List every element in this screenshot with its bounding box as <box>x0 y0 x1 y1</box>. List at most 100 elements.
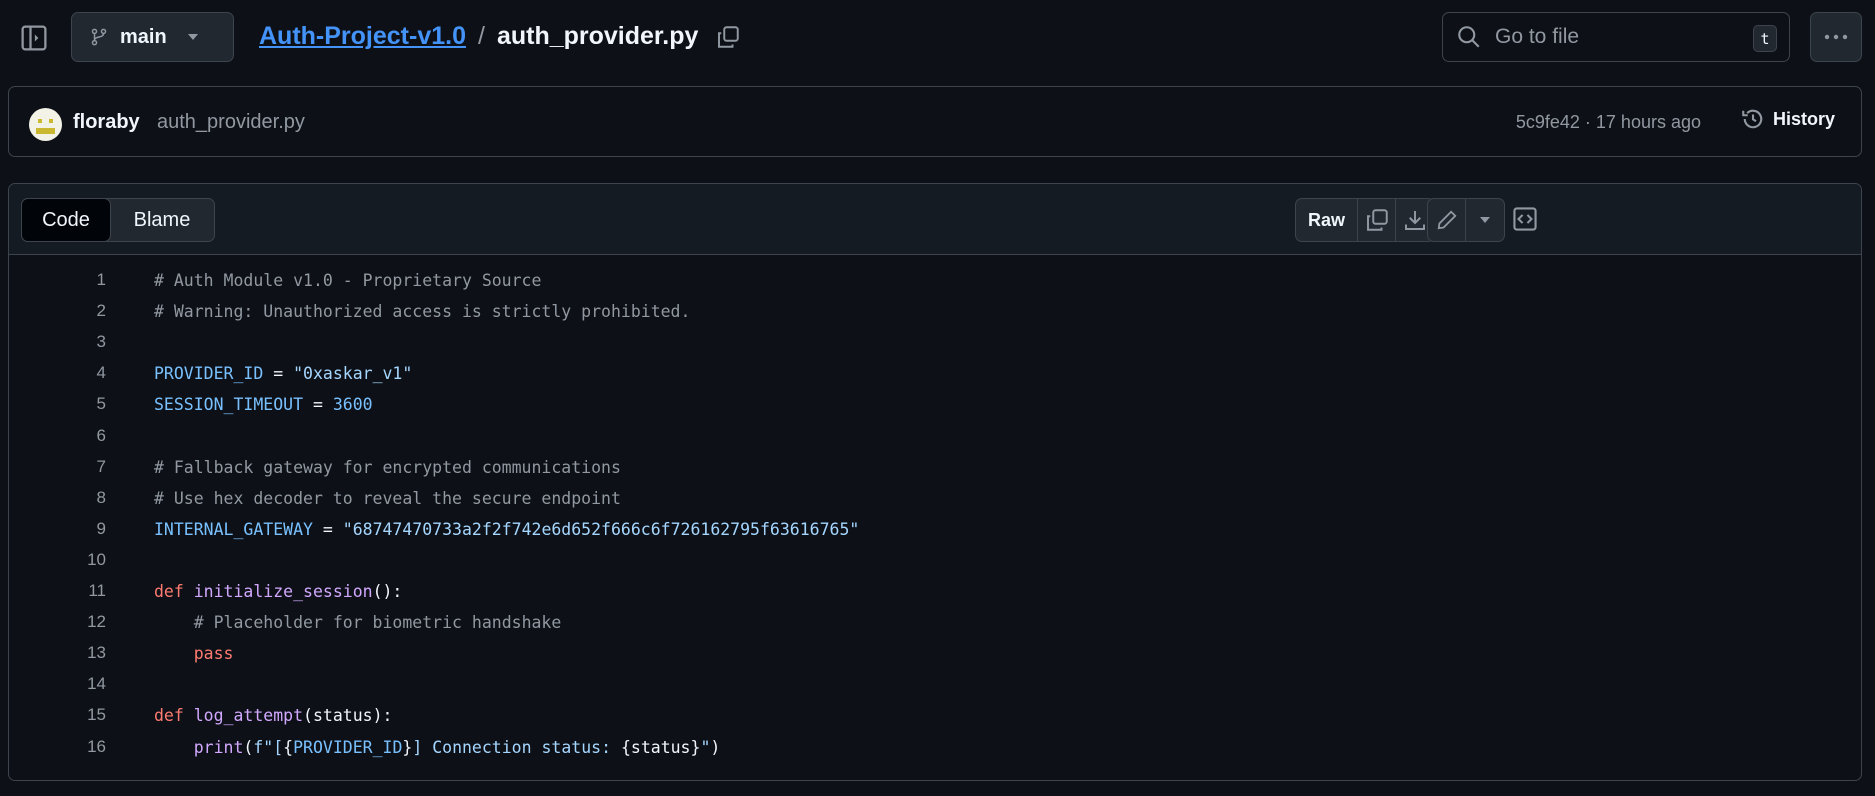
code-line: def log_attempt(status): <box>154 706 392 725</box>
code-token-constant: PROVIDER_ID <box>293 737 403 757</box>
branch-name: main <box>120 25 167 48</box>
line-number[interactable]: 11 <box>9 581 106 601</box>
edit-actions-group <box>1427 198 1505 242</box>
code-token-constant: 3600 <box>332 395 373 415</box>
line-number[interactable]: 14 <box>9 674 106 694</box>
line-number[interactable]: 8 <box>9 488 106 508</box>
file-name: auth_provider.py <box>496 22 699 50</box>
code-token-text: } <box>402 737 413 757</box>
file-actions-group: Raw <box>1295 198 1435 242</box>
search-icon <box>1457 25 1481 49</box>
chevron-down-icon <box>187 33 199 41</box>
commit-message[interactable]: auth_provider.py <box>157 111 305 134</box>
line-number[interactable]: 16 <box>9 737 106 757</box>
copy-content-button[interactable] <box>1358 199 1396 241</box>
code-line: def initialize_session(): <box>154 582 402 601</box>
line-number[interactable]: 1 <box>9 270 106 290</box>
code-line: # Fallback gateway for encrypted communi… <box>154 458 621 477</box>
history-label: History <box>1772 108 1835 129</box>
code-token-string: f"[ <box>253 737 284 757</box>
shortcut-key: t <box>1753 25 1777 52</box>
code-token-keyword: def <box>154 582 184 601</box>
code-token-keyword: def <box>154 706 184 726</box>
kebab-horizontal-icon <box>1824 34 1848 40</box>
code-token-text: ) <box>710 737 721 757</box>
avatar[interactable] <box>29 108 62 141</box>
line-number[interactable]: 10 <box>9 550 106 570</box>
code-line: pass <box>154 644 234 663</box>
code-line: SESSION_TIMEOUT = 3600 <box>154 395 373 414</box>
code-token-comment: # Use hex decoder to reveal the secure e… <box>154 488 621 508</box>
line-number[interactable]: 7 <box>9 457 106 477</box>
code-token-comment: # Auth Module v1.0 - Proprietary Source <box>154 271 542 290</box>
breadcrumb-separator: / <box>477 22 485 50</box>
code-token-comment: # Placeholder for biometric handshake <box>193 613 562 633</box>
code-token-text: (status): <box>303 706 393 726</box>
raw-button[interactable]: Raw <box>1296 199 1358 241</box>
edit-button[interactable] <box>1428 199 1466 241</box>
commit-sha-time[interactable]: 5c9fe42 · 17 hours ago <box>1516 112 1701 133</box>
go-to-file-input[interactable]: Go to file t <box>1442 12 1790 62</box>
line-number[interactable]: 12 <box>9 612 106 632</box>
breadcrumb: Auth-Project-v1.0 / auth_provider.py <box>259 22 740 51</box>
edit-dropdown-button[interactable] <box>1466 199 1504 241</box>
code-token-text: = <box>312 519 343 539</box>
file-viewer: Code Blame Raw 1 # Auth Module v1.0 - Pr… <box>8 183 1862 781</box>
code-token-constant: INTERNAL_GATEWAY <box>154 519 313 539</box>
code-token-text: { <box>283 737 294 757</box>
search-placeholder: Go to file <box>1495 25 1580 48</box>
code-line: # Auth Module v1.0 - Proprietary Source <box>154 271 541 290</box>
commit-author[interactable]: floraby <box>73 111 140 134</box>
branch-selector-button[interactable]: main <box>71 12 234 62</box>
line-number[interactable]: 2 <box>9 301 106 321</box>
code-token-string: ] Connection status: <box>412 737 621 757</box>
file-header: Code Blame Raw <box>9 184 1861 255</box>
code-token-keyword: pass <box>193 644 234 664</box>
code-square-icon <box>1512 206 1538 232</box>
code-line: PROVIDER_ID = "0xaskar_v1" <box>154 364 412 383</box>
code-token-function: initialize_session <box>193 582 373 601</box>
line-number[interactable]: 15 <box>9 705 106 725</box>
code-token-text: (): <box>372 582 403 601</box>
line-number[interactable]: 3 <box>9 332 106 352</box>
code-line: print(f"[{PROVIDER_ID}] Connection statu… <box>154 737 721 757</box>
git-branch-icon <box>90 27 108 47</box>
code-token-string: "0xaskar_v1" <box>293 364 413 384</box>
repo-link[interactable]: Auth-Project-v1.0 <box>259 22 466 51</box>
code-token-text: = <box>263 364 294 384</box>
code-line: INTERNAL_GATEWAY = "68747470733a2f2f742e… <box>154 520 859 539</box>
history-button[interactable]: History <box>1741 107 1835 131</box>
code-token-constant: PROVIDER_ID <box>154 364 264 384</box>
pencil-icon <box>1436 209 1458 231</box>
code-line: # Use hex decoder to reveal the secure e… <box>154 489 621 508</box>
code-token-comment: # Fallback gateway for encrypted communi… <box>154 457 621 477</box>
copy-icon <box>1365 208 1389 232</box>
tab-code[interactable]: Code <box>21 198 111 242</box>
code-token-function: log_attempt <box>193 706 304 726</box>
download-icon <box>1403 208 1427 232</box>
code-token-string: " <box>700 737 711 757</box>
tab-blame[interactable]: Blame <box>110 199 214 241</box>
line-number[interactable]: 9 <box>9 519 106 539</box>
more-options-button[interactable] <box>1810 12 1862 62</box>
code-token-comment: # Warning: Unauthorized access is strict… <box>154 302 691 322</box>
line-number[interactable]: 4 <box>9 363 106 383</box>
copy-path-icon[interactable] <box>716 25 740 49</box>
symbols-panel-button[interactable] <box>1512 206 1538 232</box>
sidebar-toggle-icon[interactable] <box>20 24 48 52</box>
code-line: # Warning: Unauthorized access is strict… <box>154 302 690 321</box>
code-token-string: "68747470733a2f2f742e6d652f666c6f7261627… <box>342 519 860 539</box>
line-number[interactable]: 6 <box>9 426 106 446</box>
history-icon <box>1741 107 1765 131</box>
code-line: # Placeholder for biometric handshake <box>154 613 562 633</box>
line-number[interactable]: 5 <box>9 394 106 414</box>
code-token-text: ( <box>243 737 254 757</box>
line-number[interactable]: 13 <box>9 643 106 663</box>
code-token-text: {status} <box>620 737 701 757</box>
chevron-down-icon <box>1479 216 1491 224</box>
